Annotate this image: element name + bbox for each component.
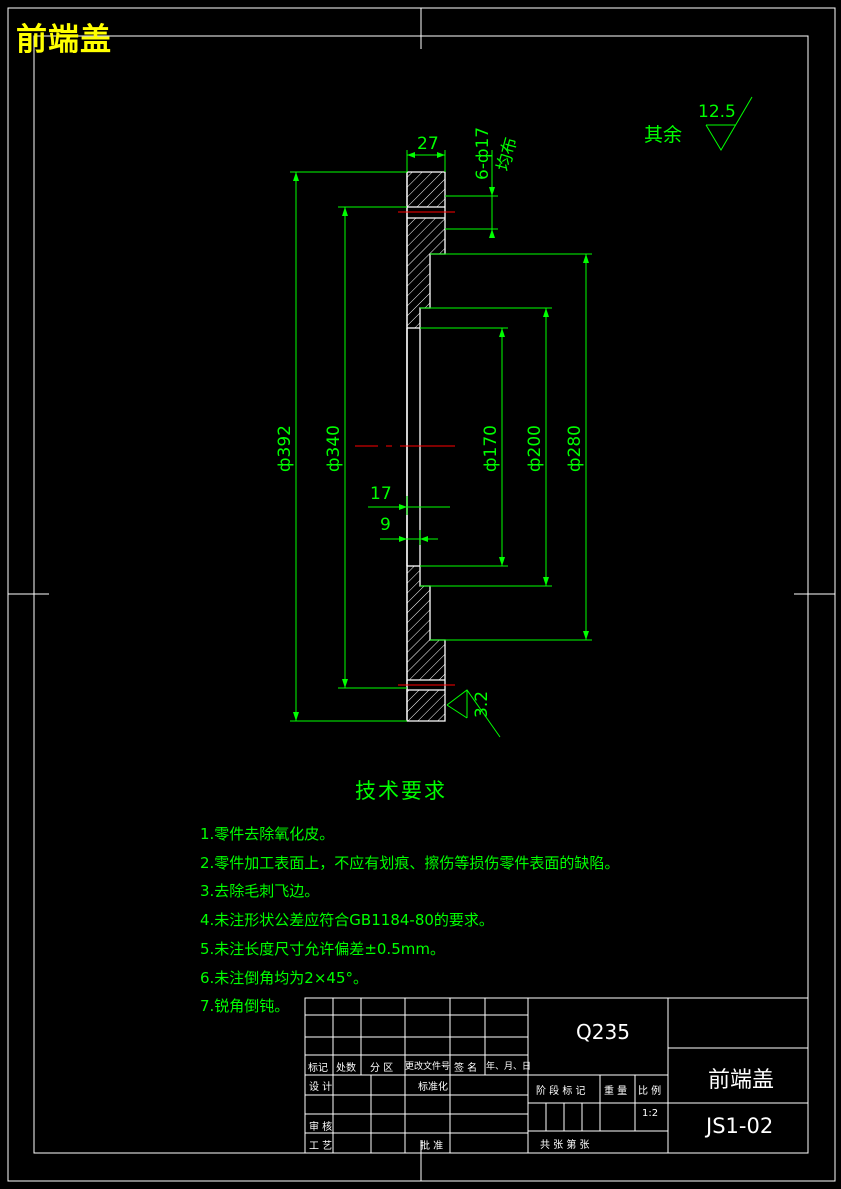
hatch-bottom-boss (407, 566, 420, 586)
tb-scale: 1:2 (642, 1108, 659, 1119)
roughness-32: 3.2 (472, 691, 492, 718)
tech-requirements-heading: 技术要求 (355, 779, 447, 803)
dim-340: ф340 (324, 425, 344, 472)
tb-header-mark: 标记 (308, 1063, 328, 1074)
tb-stage-mark: 阶 段 标 记 (536, 1086, 586, 1097)
hatch-bottom-flange (407, 690, 445, 721)
tb-header-count: 处数 (336, 1063, 356, 1074)
hatch-top-boss (407, 308, 420, 328)
dim-200: ф200 (525, 425, 545, 472)
tb-design: 设 计 (309, 1082, 333, 1093)
dim-280: ф280 (565, 425, 585, 472)
tb-sheets: 共 张 第 张 (540, 1140, 590, 1151)
dim-170: ф170 (481, 425, 501, 472)
hatch-top-flange (407, 172, 445, 207)
tb-weight: 重 量 (604, 1086, 628, 1097)
note-item: 2.零件加工表面上，不应有划痕、擦伤等损伤零件表面的缺陷。 (200, 853, 620, 872)
note-item: 5.未注长度尺寸允许偏差±0.5mm。 (200, 939, 445, 958)
tb-part-name: 前端盖 (708, 1068, 775, 1093)
hatch-top-body (407, 218, 445, 254)
hatch-bottom-step (407, 586, 430, 640)
note-item: 7.锐角倒钝。 (200, 997, 290, 1016)
tb-standardization: 标准化 (418, 1082, 448, 1093)
roughness-label: 其余 (644, 124, 682, 146)
tb-review: 审 核 (309, 1122, 333, 1133)
dim-392: ф392 (275, 425, 295, 472)
centerlines (355, 211, 455, 686)
dim-9: 9 (380, 515, 391, 535)
tb-process: 工 艺 (309, 1141, 333, 1152)
tech-requirements-list: 1.零件去除氧化皮。 2.零件加工表面上，不应有划痕、擦伤等损伤零件表面的缺陷。… (200, 820, 619, 1021)
tb-header-date: 年、月、日 (486, 1062, 532, 1072)
hatch-top-step (407, 254, 430, 308)
tb-header-change: 更改文件号 (405, 1062, 451, 1072)
note-item: 3.去除毛刺飞边。 (200, 882, 320, 901)
tb-ratio: 比 例 (638, 1086, 662, 1097)
dimension-texts: 27 ф392 ф340 ф170 ф200 ф280 17 9 6-ф17 均… (275, 102, 736, 718)
tb-material: Q235 (576, 1020, 630, 1044)
hatch-bottom-body (407, 640, 445, 680)
hole-count: 6-ф17 (473, 127, 493, 180)
note-item: 1.零件去除氧化皮。 (200, 825, 335, 843)
tb-drawing-number: JS1-02 (706, 1114, 774, 1138)
hole-pattern: 均布 (494, 135, 522, 173)
roughness-value: 12.5 (698, 102, 736, 122)
tb-header-sign: 签 名 (454, 1063, 478, 1074)
note-item: 4.未注形状公差应符合GB1184-80的要求。 (200, 911, 494, 930)
note-item: 6.未注倒角均为2×45°。 (200, 968, 369, 987)
tb-approve: 批 准 (420, 1141, 444, 1152)
dim-27: 27 (417, 134, 439, 154)
tb-header-zone: 分 区 (370, 1063, 394, 1074)
drawing-title: 前端盖 (16, 22, 112, 58)
dim-17: 17 (370, 484, 392, 504)
